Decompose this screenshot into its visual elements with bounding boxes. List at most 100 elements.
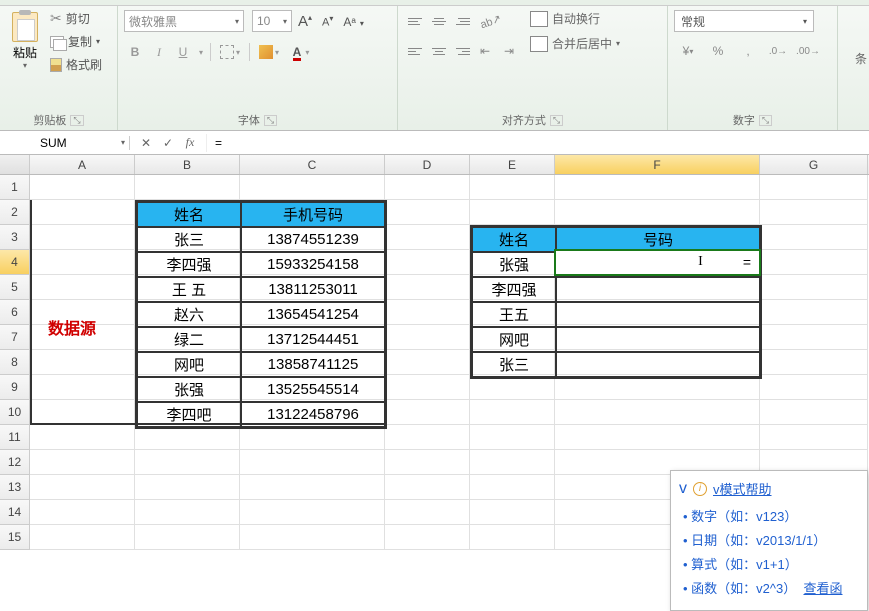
- cell-D7[interactable]: [385, 325, 470, 350]
- row-header[interactable]: 1: [0, 175, 30, 200]
- cell-A14[interactable]: [30, 500, 135, 525]
- col-header-F[interactable]: F: [555, 155, 760, 174]
- col-header-B[interactable]: B: [135, 155, 240, 174]
- bold-button[interactable]: B: [124, 41, 146, 63]
- expand-icon[interactable]: ⤡: [759, 115, 772, 126]
- cell-D11[interactable]: [385, 425, 470, 450]
- tooltip-more-link[interactable]: 查看函: [803, 581, 842, 596]
- cell-C15[interactable]: [240, 525, 385, 550]
- cell-D2[interactable]: [385, 200, 470, 225]
- decrease-decimal-button[interactable]: .00→: [794, 40, 822, 62]
- wrap-text-button[interactable]: 自动换行: [530, 10, 620, 27]
- table2-name-cell[interactable]: 网吧: [472, 327, 556, 352]
- table1-name-cell[interactable]: 张强: [137, 377, 241, 402]
- orientation-button[interactable]: ab↗: [476, 10, 506, 32]
- comma-button[interactable]: ,: [734, 40, 762, 62]
- increase-font-button[interactable]: A▴: [294, 10, 316, 33]
- cell-G6[interactable]: [760, 300, 868, 325]
- row-header[interactable]: 7: [0, 325, 30, 350]
- table1-phone-cell[interactable]: 13712544451: [241, 327, 385, 352]
- tooltip-item[interactable]: 函数（如：v2^3） 查看函: [679, 578, 859, 597]
- border-button[interactable]: ▾: [215, 41, 245, 63]
- row-header[interactable]: 15: [0, 525, 30, 550]
- percent-button[interactable]: %: [704, 40, 732, 62]
- align-left-button[interactable]: [404, 40, 426, 62]
- currency-button[interactable]: ¥▾: [674, 40, 702, 62]
- row-header[interactable]: 14: [0, 500, 30, 525]
- cell-A3[interactable]: [30, 225, 135, 250]
- cell-D15[interactable]: [385, 525, 470, 550]
- table1-name-cell[interactable]: 赵六: [137, 302, 241, 327]
- cell-G3[interactable]: [760, 225, 868, 250]
- formula-input[interactable]: =: [207, 136, 869, 150]
- col-header-G[interactable]: G: [760, 155, 868, 174]
- cell-A5[interactable]: [30, 275, 135, 300]
- table1-phone-cell[interactable]: 13654541254: [241, 302, 385, 327]
- table1-name-cell[interactable]: 李四吧: [137, 402, 241, 427]
- change-case-button[interactable]: Aᵃ▾: [339, 12, 371, 32]
- cell-E11[interactable]: [470, 425, 555, 450]
- align-middle-button[interactable]: [428, 10, 450, 32]
- cell-D3[interactable]: [385, 225, 470, 250]
- table1-name-cell[interactable]: 李四强: [137, 252, 241, 277]
- align-top-button[interactable]: [404, 10, 426, 32]
- underline-dd[interactable]: ▾: [196, 41, 206, 63]
- table2-name-cell[interactable]: 王五: [472, 302, 556, 327]
- cell-C12[interactable]: [240, 450, 385, 475]
- cell-A4[interactable]: [30, 250, 135, 275]
- cell-F1[interactable]: [555, 175, 760, 200]
- expand-icon[interactable]: ⤡: [70, 115, 83, 126]
- table1-phone-cell[interactable]: 13858741125: [241, 352, 385, 377]
- cell-C13[interactable]: [240, 475, 385, 500]
- cell-F11[interactable]: [555, 425, 760, 450]
- cell-B13[interactable]: [135, 475, 240, 500]
- cell-G4[interactable]: [760, 250, 868, 275]
- col-header-E[interactable]: E: [470, 155, 555, 174]
- select-all-corner[interactable]: [0, 155, 30, 174]
- indent-inc-button[interactable]: ⇥: [500, 40, 522, 62]
- copy-button[interactable]: 复制▾: [50, 33, 102, 50]
- cell-B12[interactable]: [135, 450, 240, 475]
- cell-F4[interactable]: I=: [555, 250, 760, 275]
- cell-B14[interactable]: [135, 500, 240, 525]
- font-size-combo[interactable]: 10▾: [252, 10, 292, 32]
- cell-D6[interactable]: [385, 300, 470, 325]
- cell-A11[interactable]: [30, 425, 135, 450]
- cell-E13[interactable]: [470, 475, 555, 500]
- font-name-combo[interactable]: 微软雅黑▾: [124, 10, 244, 32]
- cell-B15[interactable]: [135, 525, 240, 550]
- align-bottom-button[interactable]: [452, 10, 474, 32]
- paste-button[interactable]: 粘贴 ▾: [6, 10, 44, 72]
- number-format-combo[interactable]: 常规▾: [674, 10, 814, 32]
- cell-G5[interactable]: [760, 275, 868, 300]
- indent-dec-button[interactable]: ⇤: [476, 40, 498, 62]
- cut-button[interactable]: ✂剪切: [50, 10, 102, 27]
- expand-icon[interactable]: ⤡: [264, 115, 277, 126]
- table1-name-cell[interactable]: 张三: [137, 227, 241, 252]
- row-header[interactable]: 4: [0, 250, 30, 275]
- cell-B1[interactable]: [135, 175, 240, 200]
- increase-decimal-button[interactable]: .0→: [764, 40, 792, 62]
- table2-name-cell[interactable]: 张三: [472, 352, 556, 377]
- cell-G10[interactable]: [760, 400, 868, 425]
- col-header-C[interactable]: C: [240, 155, 385, 174]
- cell-A2[interactable]: [30, 200, 135, 225]
- row-header[interactable]: 9: [0, 375, 30, 400]
- cell-G11[interactable]: [760, 425, 868, 450]
- cell-D1[interactable]: [385, 175, 470, 200]
- cell-D12[interactable]: [385, 450, 470, 475]
- table1-name-cell[interactable]: 王 五: [137, 277, 241, 302]
- table1-phone-cell[interactable]: 13811253011: [241, 277, 385, 302]
- tooltip-item[interactable]: 数字（如：v123）: [679, 506, 859, 525]
- cell-F10[interactable]: [555, 400, 760, 425]
- table2-name-cell[interactable]: 李四强: [472, 277, 556, 302]
- align-center-button[interactable]: [428, 40, 450, 62]
- table1-name-cell[interactable]: 网吧: [137, 352, 241, 377]
- decrease-font-button[interactable]: A▾: [318, 11, 337, 32]
- cell-E1[interactable]: [470, 175, 555, 200]
- cell-F2[interactable]: [555, 200, 760, 225]
- cell-G2[interactable]: [760, 200, 868, 225]
- row-header[interactable]: 11: [0, 425, 30, 450]
- cell-E12[interactable]: [470, 450, 555, 475]
- cell-D5[interactable]: [385, 275, 470, 300]
